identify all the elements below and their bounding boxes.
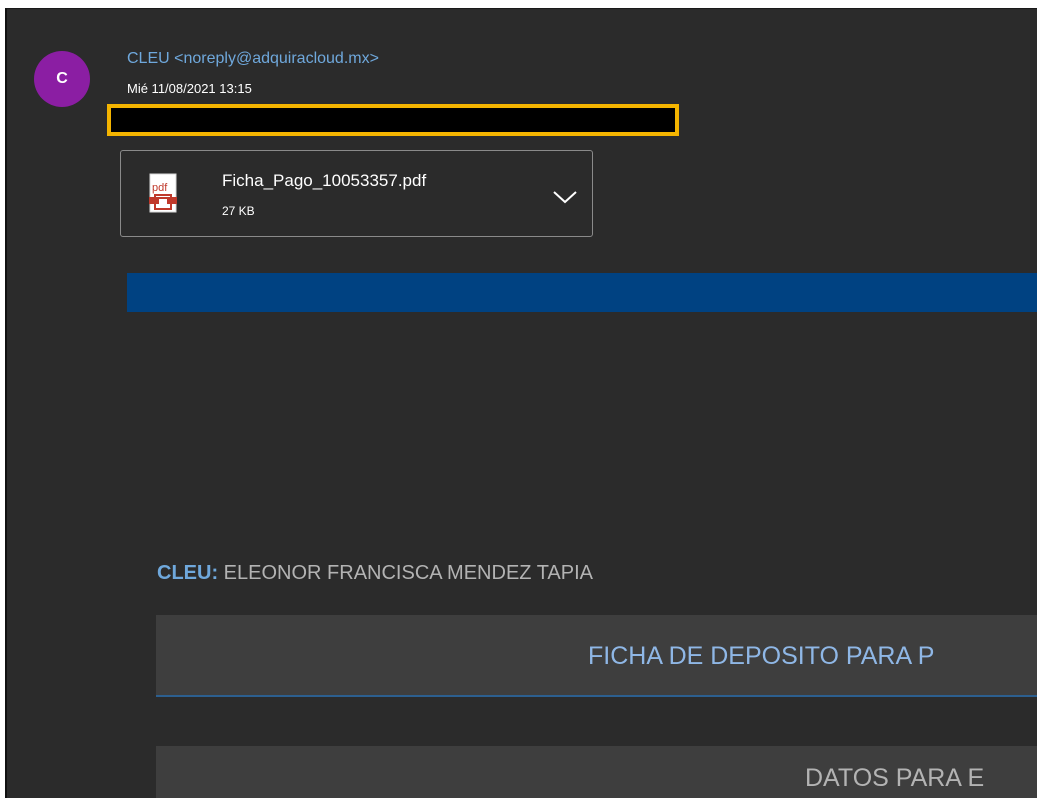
avatar-initial: C <box>56 70 68 87</box>
sender-avatar[interactable]: C <box>34 51 90 107</box>
svg-text:pdf: pdf <box>152 182 168 194</box>
chevron-down-icon[interactable] <box>552 189 578 205</box>
datos-header: DATOS PARA E <box>156 746 1037 798</box>
ficha-heading: FICHA DE DEPOSITO PARA P <box>588 642 935 670</box>
ficha-deposito-header: FICHA DE DEPOSITO PARA P <box>156 615 1037 697</box>
cleu-value: ELEONOR FRANCISCA MENDEZ TAPIA <box>223 562 593 584</box>
screenshot-frame: C CLEU <noreply@adquiracloud.mx> Mié 11/… <box>0 0 1037 798</box>
attachment-card[interactable]: pdf Ficha_Pago_10053357.pdf 27 KB <box>120 150 593 237</box>
cleu-line: CLEU: ELEONOR FRANCISCA MENDEZ TAPIA <box>157 562 593 585</box>
cleu-label: CLEU: <box>157 562 219 584</box>
sent-date: Mié 11/08/2021 13:15 <box>127 81 252 96</box>
datos-heading: DATOS PARA E <box>805 764 985 792</box>
redacted-recipient <box>107 104 679 136</box>
pdf-file-icon: pdf <box>149 173 177 213</box>
attachment-size: 27 KB <box>222 204 255 218</box>
email-header-banner <box>127 273 1037 312</box>
sender-address[interactable]: CLEU <noreply@adquiracloud.mx> <box>127 50 379 68</box>
attachment-filename[interactable]: Ficha_Pago_10053357.pdf <box>222 171 426 191</box>
